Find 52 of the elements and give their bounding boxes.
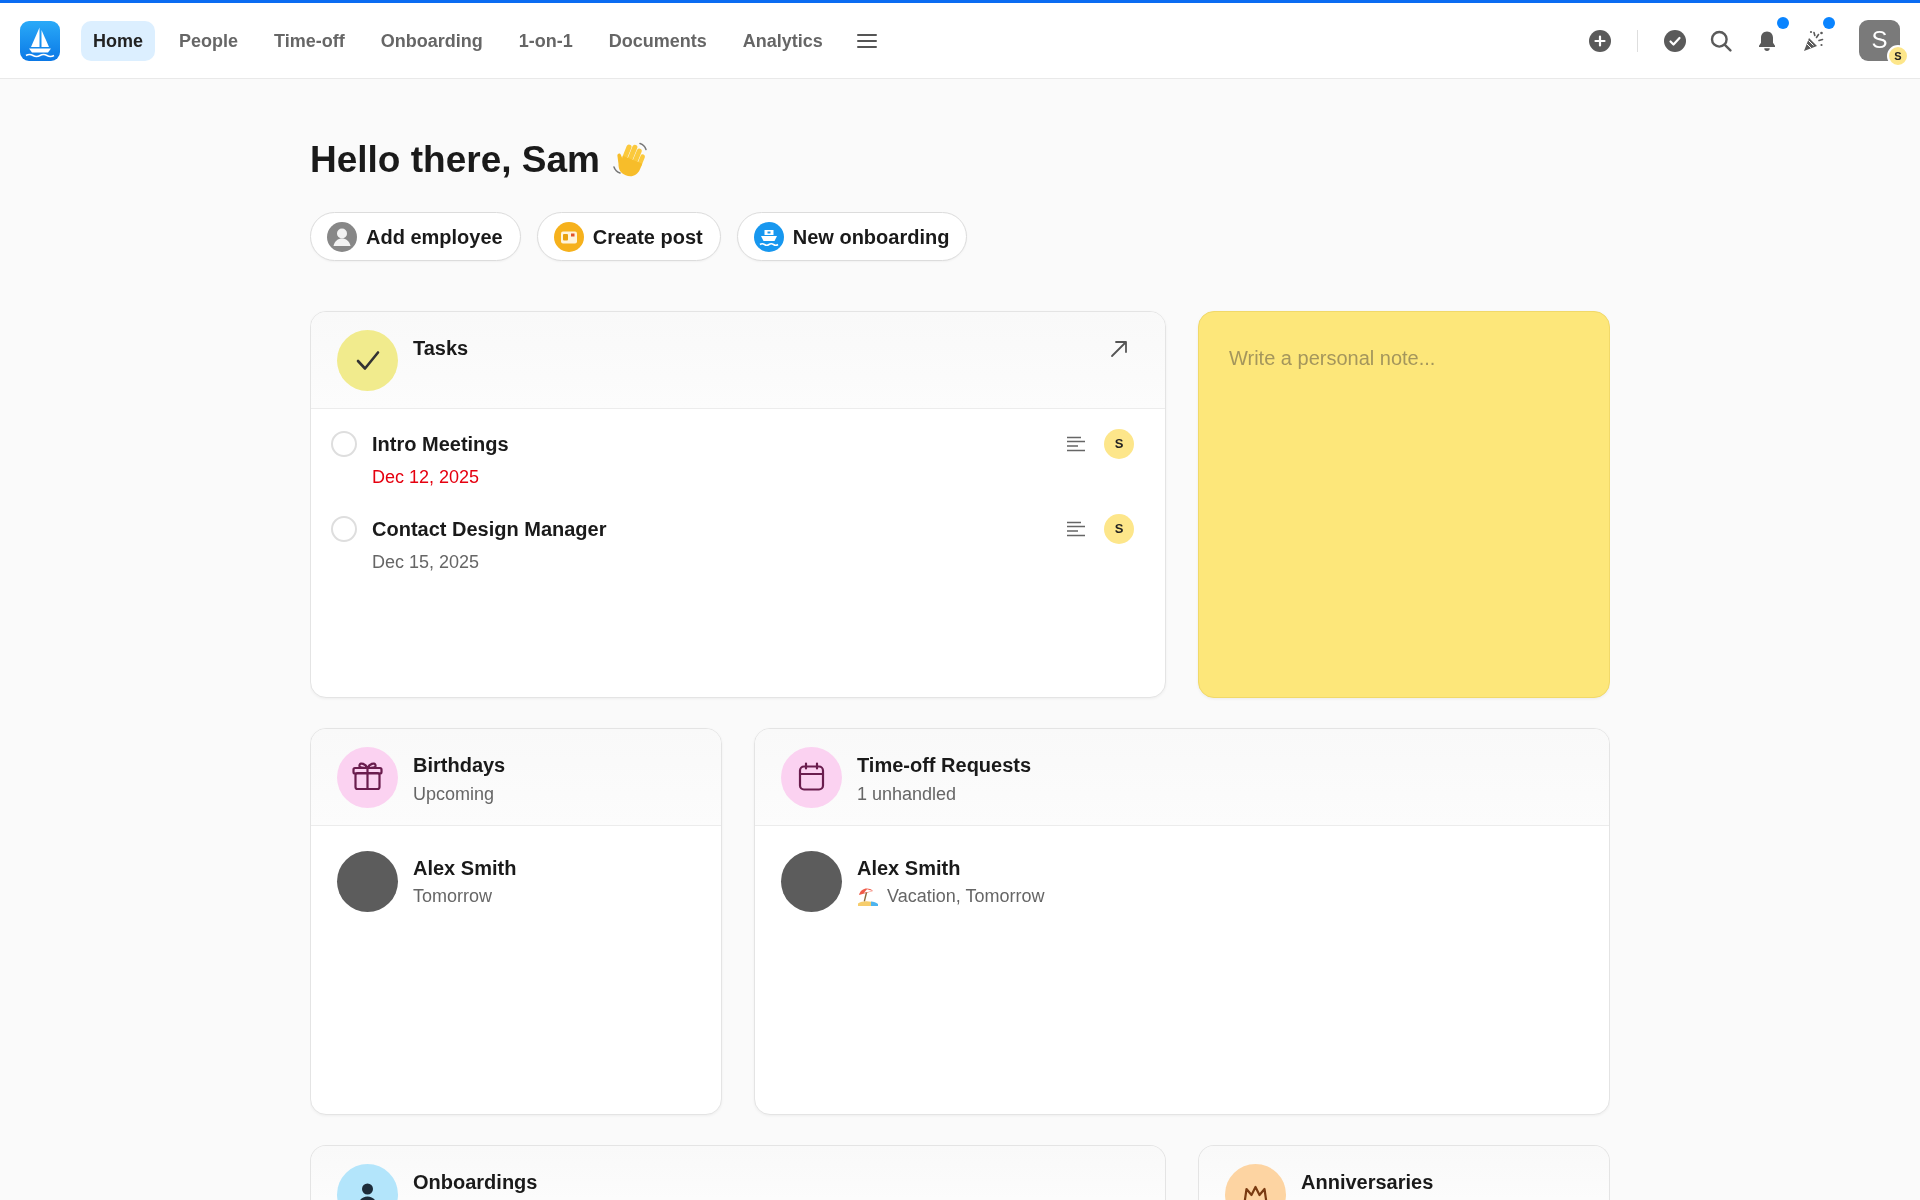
nav-tab[interactable]: People	[167, 20, 251, 61]
nav-tab[interactable]: Time-off	[262, 20, 357, 61]
task-checkbox[interactable]	[331, 431, 357, 457]
entry-detail: Vacation, Tomorrow	[887, 885, 1045, 908]
person-icon	[327, 221, 357, 252]
party-popper-icon[interactable]	[1802, 29, 1824, 52]
beach-umbrella-icon	[857, 886, 879, 906]
task-checkbox[interactable]	[331, 516, 357, 542]
check-icon	[337, 330, 398, 391]
nav-tab[interactable]: Onboarding	[368, 20, 495, 61]
greeting-heading: Hello there, Sam	[310, 138, 600, 182]
search-icon[interactable]	[1710, 29, 1732, 52]
nav-tab[interactable]: Analytics	[730, 20, 835, 61]
card-title: Time-off Requests	[857, 753, 1032, 778]
nav-tab[interactable]: 1-on-1	[506, 20, 585, 61]
task-due-date: Dec 12, 2025	[372, 466, 481, 488]
card-title: Onboardings	[413, 1170, 538, 1195]
quick-action-button[interactable]: Create post	[536, 212, 721, 261]
person-name[interactable]: Alex Smith	[857, 855, 1045, 881]
bell-icon[interactable]	[1756, 29, 1778, 52]
quick-action-button[interactable]: Add employee	[310, 212, 521, 261]
card-subtitle: Upcoming	[413, 783, 496, 806]
nav-tab[interactable]: Home	[81, 20, 155, 61]
check-circle-icon[interactable]	[1664, 29, 1686, 52]
task-title[interactable]: Contact Design Manager	[372, 516, 607, 542]
sailboat-logo-icon[interactable]	[20, 20, 60, 61]
avatar-initial: S	[1871, 26, 1888, 53]
add-icon[interactable]	[1589, 29, 1611, 52]
ship-icon	[753, 221, 784, 252]
person-name[interactable]: Alex Smith	[413, 855, 517, 881]
calendar-icon	[781, 747, 842, 808]
assignee-avatar: S	[1104, 429, 1134, 459]
menu-icon[interactable]	[856, 32, 877, 49]
avatar-badge: S	[1887, 45, 1909, 67]
text-lines-icon	[1066, 436, 1086, 452]
assignee-avatar: S	[1104, 514, 1134, 544]
nav-tab[interactable]: Documents	[596, 20, 719, 61]
entry-detail: Tomorrow	[413, 885, 492, 908]
card-title: Tasks	[413, 336, 469, 361]
card-title: Birthdays	[413, 753, 506, 778]
arrow-up-right-icon[interactable]	[1110, 340, 1128, 358]
card-subtitle: 1 unhandled	[857, 783, 958, 806]
text-lines-icon	[1066, 521, 1086, 537]
note-field[interactable]: Write a personal note...	[1198, 311, 1610, 698]
postcard-icon	[553, 221, 584, 252]
task-title[interactable]: Intro Meetings	[372, 431, 509, 457]
task-due-date: Dec 15, 2025	[372, 551, 481, 573]
photo-placeholder	[781, 851, 842, 912]
photo-placeholder	[337, 851, 398, 912]
quick-action-button[interactable]: New onboarding	[736, 212, 968, 261]
gift-icon	[337, 747, 398, 808]
card-title: Anniversaries	[1301, 1170, 1434, 1195]
